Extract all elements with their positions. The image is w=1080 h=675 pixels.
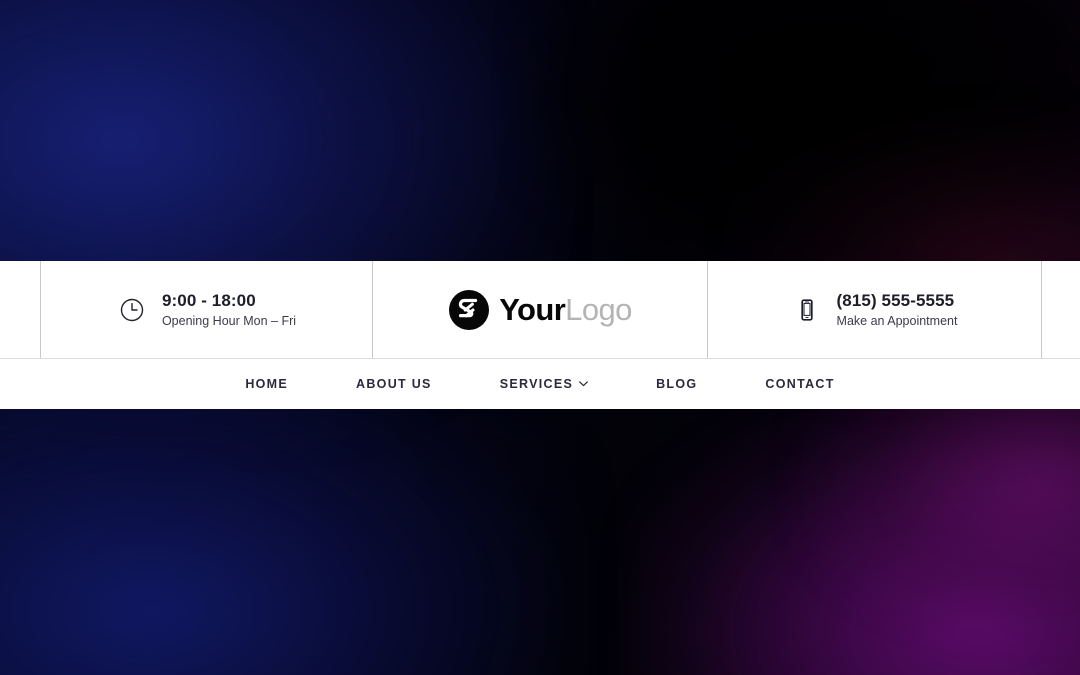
header-right-spacer — [1041, 261, 1080, 358]
opening-hours-title: 9:00 - 18:00 — [161, 290, 256, 310]
logo-text-primary: Your — [499, 292, 566, 327]
header-contact-phone[interactable]: (815) 555-5555 Make an Appointment — [707, 261, 1041, 358]
page-root: 9:00 - 18:00 Opening Hour Mon – Fri Your — [0, 0, 1080, 675]
site-header-bar: 9:00 - 18:00 Opening Hour Mon – Fri Your — [0, 261, 1080, 359]
clock-icon — [117, 295, 147, 325]
chevron-down-icon — [579, 381, 588, 387]
nav-item-home[interactable]: HOME — [211, 377, 322, 391]
nav-item-services[interactable]: SERVICES — [466, 377, 622, 391]
nav-label: SERVICES — [499, 377, 574, 391]
contact-phone-number: (815) 555-5555 — [836, 290, 955, 310]
contact-phone-subtitle: Make an Appointment — [836, 313, 958, 328]
nav-item-about-us[interactable]: ABOUT US — [322, 377, 466, 391]
s-monogram-logo-icon — [448, 289, 490, 331]
header-logo[interactable]: YourLogo — [372, 261, 707, 358]
header-opening-hours[interactable]: 9:00 - 18:00 Opening Hour Mon – Fri — [40, 261, 372, 358]
mobile-phone-icon — [792, 295, 822, 325]
nav-label: CONTACT — [765, 377, 835, 391]
logo-text-secondary: Logo — [565, 292, 632, 327]
nav-item-contact[interactable]: CONTACT — [731, 377, 868, 391]
header-left-spacer — [0, 261, 40, 358]
nav-item-blog[interactable]: BLOG — [622, 377, 731, 391]
nav-list: HOME ABOUT US SERVICES BLOG CONTACT — [211, 377, 868, 391]
main-navigation: HOME ABOUT US SERVICES BLOG CONTACT — [0, 359, 1080, 409]
nav-label: HOME — [245, 377, 289, 391]
nav-label: BLOG — [656, 377, 698, 391]
nav-label: ABOUT US — [356, 377, 432, 391]
opening-hours-subtitle: Opening Hour Mon – Fri — [161, 313, 297, 328]
